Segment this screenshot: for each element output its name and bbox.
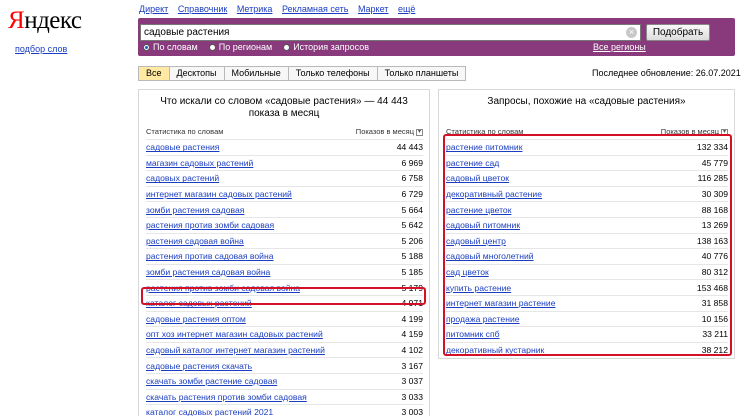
radio-dot-checked bbox=[143, 43, 150, 51]
left-results-panel: Что искали со словом «садовые растения» … bbox=[138, 89, 430, 416]
left-col-count: Показов в месяц ▾ bbox=[356, 127, 423, 136]
nav-direct[interactable]: Директ bbox=[139, 4, 168, 14]
table-row: садовые растения скачать 3 167 bbox=[146, 357, 423, 373]
find-button[interactable]: Подобрать bbox=[646, 24, 710, 41]
nav-ad-network[interactable]: Рекламная сеть bbox=[282, 4, 348, 14]
radio-label: История запросов bbox=[293, 42, 369, 52]
left-panel-title: Что искали со словом «садовые растения» … bbox=[160, 96, 408, 119]
yandex-logo[interactable]: Яндекс bbox=[8, 7, 82, 35]
impressions-count: 5 206 bbox=[401, 235, 423, 246]
nav-more[interactable]: ещё bbox=[398, 4, 415, 14]
nav-market[interactable]: Маркет bbox=[358, 4, 388, 14]
phrase-link[interactable]: садовые растения bbox=[146, 142, 219, 152]
logo-letter: Я bbox=[8, 7, 25, 34]
impressions-count: 5 185 bbox=[401, 267, 423, 278]
table-row: растения против садовая война 5 188 bbox=[146, 248, 423, 264]
search-mode-radios: По словам По регионам История запросов bbox=[143, 42, 380, 52]
table-row: садовые растения 44 443 bbox=[146, 139, 423, 155]
impressions-count: 3 033 bbox=[401, 391, 423, 402]
nav-metrika[interactable]: Метрика bbox=[237, 4, 273, 14]
impressions-count: 3 003 bbox=[401, 407, 423, 416]
table-row: садовых растений 6 758 bbox=[146, 170, 423, 186]
top-nav: Директ Справочник Метрика Рекламная сеть… bbox=[139, 4, 422, 14]
impressions-count: 3 037 bbox=[401, 376, 423, 387]
phrase-link[interactable]: интернет магазин садовых растений bbox=[146, 189, 292, 199]
impressions-count: 5 642 bbox=[401, 220, 423, 231]
table-row: садовый каталог интернет магазин растени… bbox=[146, 341, 423, 358]
radio-dot bbox=[208, 43, 216, 51]
export-icon[interactable]: ▾ bbox=[416, 128, 423, 136]
left-col-count-label: Показов в месяц bbox=[355, 127, 414, 136]
table-row: опт хоз интернет магазин садовых растени… bbox=[146, 326, 423, 342]
phrase-link[interactable]: каталог садовых растений 2021 bbox=[146, 407, 273, 416]
clear-icon[interactable]: × bbox=[626, 27, 637, 38]
phrase-link[interactable]: садовые растения скачать bbox=[146, 361, 252, 371]
table-row: растения садовая война 5 206 bbox=[146, 232, 423, 249]
right-panel-title: Запросы, похожие на «садовые растения» bbox=[487, 96, 686, 107]
logo-text: ндекс bbox=[24, 7, 82, 34]
impressions-count: 6 729 bbox=[401, 189, 423, 200]
device-tabs: Все Десктопы Мобильные Только телефоны Т… bbox=[138, 66, 467, 81]
impressions-count: 6 969 bbox=[401, 157, 423, 168]
phrase-link[interactable]: садовый каталог интернет магазин растени… bbox=[146, 345, 325, 355]
radio-label: По регионам bbox=[218, 42, 273, 52]
impressions-count: 5 664 bbox=[401, 204, 423, 215]
table-row: каталог садовых растений 2021 3 003 bbox=[146, 404, 423, 416]
phrase-link[interactable]: опт хоз интернет магазин садовых растени… bbox=[146, 329, 323, 339]
phrase-link[interactable]: скачать растения против зомби садовая bbox=[146, 392, 307, 402]
last-update-text: Последнее обновление: 26.07.2021 bbox=[592, 68, 741, 78]
phrase-link[interactable]: садовых растений bbox=[146, 173, 219, 183]
service-subtitle-link[interactable]: подбор слов bbox=[15, 44, 67, 54]
phrase-link[interactable]: растения против зомби садовая bbox=[146, 220, 274, 230]
highlight-box-left bbox=[141, 287, 426, 305]
phrase-link[interactable]: магазин садовых растений bbox=[146, 158, 253, 168]
left-table: садовые растения 44 443 магазин садовых ра… bbox=[146, 139, 423, 416]
left-table-header: Статистика по словам Показов в месяц ▾ bbox=[146, 127, 423, 136]
radio-label: По словам bbox=[153, 42, 198, 52]
phrase-link[interactable]: садовые растения оптом bbox=[146, 314, 246, 324]
impressions-count: 4 102 bbox=[401, 345, 423, 356]
table-row: интернет магазин садовых растений 6 729 bbox=[146, 185, 423, 202]
impressions-count: 4 159 bbox=[401, 329, 423, 340]
impressions-count: 44 443 bbox=[396, 142, 423, 153]
all-regions-link[interactable]: Все регионы bbox=[593, 42, 646, 52]
phrase-link[interactable]: скачать зомби растение садовая bbox=[146, 376, 277, 386]
radio-history[interactable]: История запросов bbox=[283, 42, 369, 52]
table-row: зомби растения садовая 5 664 bbox=[146, 201, 423, 217]
tab-desktops[interactable]: Десктопы bbox=[169, 66, 225, 81]
phrase-link[interactable]: зомби растения садовая bbox=[146, 205, 244, 215]
left-col-phrase: Статистика по словам bbox=[146, 127, 224, 136]
highlight-box-right bbox=[443, 134, 732, 356]
impressions-count: 5 188 bbox=[401, 251, 423, 262]
phrase-link[interactable]: растения садовая война bbox=[146, 236, 244, 246]
impressions-count: 3 167 bbox=[401, 360, 423, 371]
table-row: садовые растения оптом 4 199 bbox=[146, 310, 423, 327]
impressions-count: 4 199 bbox=[401, 313, 423, 324]
phrase-link[interactable]: растения против садовая война bbox=[146, 251, 274, 261]
table-row: скачать зомби растение садовая 3 037 bbox=[146, 372, 423, 389]
impressions-count: 6 758 bbox=[401, 173, 423, 184]
radio-by-words[interactable]: По словам bbox=[143, 42, 198, 52]
tab-all[interactable]: Все bbox=[138, 66, 170, 81]
phrase-link[interactable]: зомби растения садовая война bbox=[146, 267, 270, 277]
tab-mobile[interactable]: Мобильные bbox=[224, 66, 289, 81]
tab-phones-only[interactable]: Только телефоны bbox=[288, 66, 378, 81]
nav-reference[interactable]: Справочник bbox=[178, 4, 228, 14]
search-value: садовые растения bbox=[144, 27, 230, 38]
radio-by-regions[interactable]: По регионам bbox=[208, 42, 273, 52]
table-row: зомби растения садовая война 5 185 bbox=[146, 263, 423, 280]
table-row: растения против зомби садовая 5 642 bbox=[146, 216, 423, 233]
tab-tablets-only[interactable]: Только планшеты bbox=[377, 66, 467, 81]
table-row: скачать растения против зомби садовая 3 0… bbox=[146, 388, 423, 405]
radio-dot bbox=[283, 43, 291, 51]
search-input[interactable]: садовые растения × bbox=[140, 24, 641, 41]
table-row: магазин садовых растений 6 969 bbox=[146, 154, 423, 171]
